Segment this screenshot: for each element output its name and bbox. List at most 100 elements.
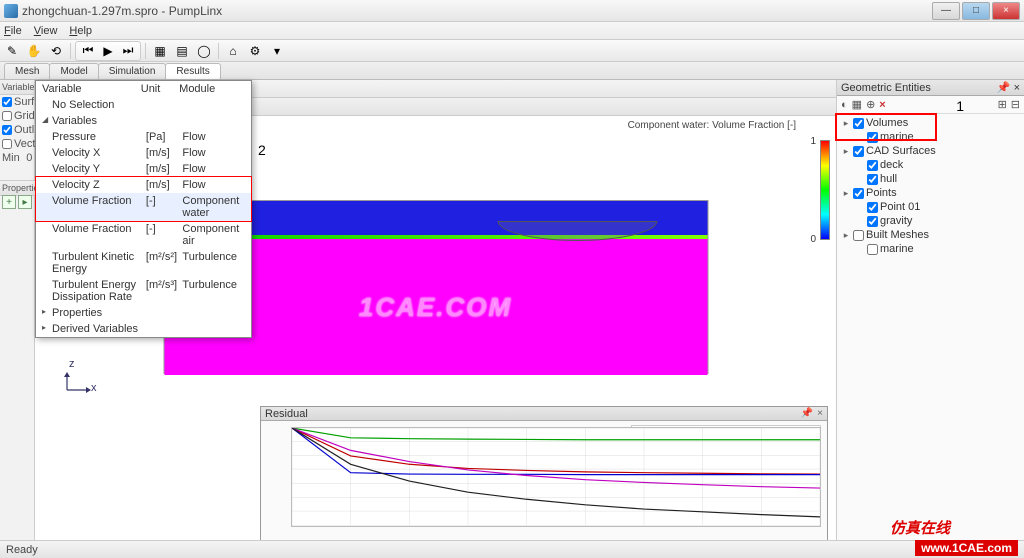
menu-file[interactable]: FFileile (4, 25, 22, 37)
tool-delete-icon[interactable]: × (879, 99, 885, 111)
tool-cursor-icon[interactable]: ✎ (2, 42, 22, 60)
check-vect[interactable] (2, 139, 12, 149)
tool-expand-icon[interactable]: ⊞ (998, 98, 1007, 111)
check-grid[interactable] (2, 111, 12, 121)
menu-bar: FFileile View Help (0, 22, 1024, 40)
svg-text:4: 4 (466, 525, 472, 527)
play-controls: ⏮ ▶ ⏭ (75, 41, 141, 61)
tree-item-marine-mesh[interactable]: marine (880, 243, 914, 255)
tree-item-marine[interactable]: marine (880, 131, 914, 143)
residual-title: Residual (265, 408, 308, 420)
dd-item-tedr[interactable]: Turbulent Energy Dissipation Rate[m²/s³]… (36, 277, 251, 305)
minimize-button[interactable]: — (932, 2, 960, 20)
check-grid-label: Grid (14, 110, 35, 122)
check-surf-label: Surf (14, 96, 34, 108)
svg-text:10: 10 (812, 525, 821, 527)
tree-check-hull[interactable] (867, 174, 878, 185)
play-icon[interactable]: ▶ (98, 42, 118, 60)
tool-cube-icon[interactable]: ▦ (852, 98, 862, 111)
tree-check-gravity[interactable] (867, 216, 878, 227)
panel-pin-icon[interactable]: 📌 (997, 82, 1011, 94)
left-sidebar: Variable Surf Grid Outl Vect Min 0 (0, 80, 35, 558)
variable-dropdown[interactable]: Variable Unit Module No Selection ◢Varia… (35, 80, 252, 338)
tool-dropdown-icon[interactable]: ▾ (267, 42, 287, 60)
tree-check-point01[interactable] (867, 202, 878, 213)
close-button[interactable]: × (992, 2, 1020, 20)
tree-item-gravity[interactable]: gravity (880, 215, 912, 227)
svg-text:1: 1 (292, 525, 298, 527)
tree-item-points[interactable]: Points (866, 187, 897, 199)
tool-home-icon[interactable]: ⌂ (223, 42, 243, 60)
check-surf[interactable] (2, 97, 12, 107)
colorbar-min: 0 (810, 234, 816, 245)
tool-sphere-icon[interactable]: ◯ (194, 42, 214, 60)
app-icon (4, 4, 18, 18)
tool-sphere-icon[interactable]: ◐ (841, 99, 848, 111)
dd-group-derived[interactable]: ▸Derived Variables (36, 321, 251, 337)
axes-indicator: z x (63, 372, 93, 398)
status-ready: Ready (6, 544, 38, 556)
tree-item-built-meshes[interactable]: Built Meshes (866, 229, 929, 241)
variable-label: Variable (0, 80, 34, 95)
dd-item-vf-water[interactable]: Volume Fraction[-]Component water (36, 193, 251, 221)
annotation-2: 2 (258, 142, 266, 158)
tool-cube-icon[interactable]: ▦ (150, 42, 170, 60)
dd-item-tke[interactable]: Turbulent Kinetic Energy[m²/s²]Turbulenc… (36, 249, 251, 277)
tree-item-deck[interactable]: deck (880, 159, 903, 171)
min-label: Min (2, 152, 20, 164)
dd-item-velz[interactable]: Velocity Z[m/s]Flow (36, 177, 251, 193)
dd-item-velx[interactable]: Velocity X[m/s]Flow (36, 145, 251, 161)
tool-grid-icon[interactable]: ▤ (172, 42, 192, 60)
tab-results[interactable]: Results (165, 63, 220, 79)
dd-no-selection[interactable]: No Selection (36, 97, 251, 113)
maximize-button[interactable]: □ (962, 2, 990, 20)
dd-item-pressure[interactable]: Pressure[Pa]Flow (36, 129, 251, 145)
prop-add-icon[interactable]: + (2, 195, 16, 209)
tree-check-deck[interactable] (867, 160, 878, 171)
dd-group-properties[interactable]: ▸Properties (36, 305, 251, 321)
tree-item-volumes[interactable]: Volumes (866, 117, 908, 129)
dd-item-vely[interactable]: Velocity Y[m/s]Flow (36, 161, 251, 177)
tool-gear-icon[interactable]: ⚙ (245, 42, 265, 60)
dd-header-variable: Variable (42, 83, 141, 95)
menu-view[interactable]: View (34, 25, 58, 37)
tool-locate-icon[interactable]: ⊕ (866, 98, 875, 111)
tree-check-marine2[interactable] (867, 244, 878, 255)
residual-chart: 12345678910 0-.5-1-1.5-2-2.5-3-3.5 (291, 427, 821, 527)
dd-group-variables[interactable]: ◢Variables (36, 113, 251, 129)
next-icon[interactable]: ⏭ (118, 42, 138, 60)
axis-x-label: x (91, 382, 97, 394)
tool-rotate-icon[interactable]: ⟲ (46, 42, 66, 60)
tab-mesh[interactable]: Mesh (4, 63, 50, 79)
tree-check-cad[interactable] (853, 146, 864, 157)
tab-simulation[interactable]: Simulation (98, 63, 167, 79)
tree-check-points[interactable] (853, 188, 864, 199)
menu-help[interactable]: Help (69, 25, 92, 37)
panel-close-icon[interactable]: × (817, 408, 823, 419)
tree-check-volumes[interactable] (853, 118, 864, 129)
tree-check-meshes[interactable] (853, 230, 864, 241)
prop-expand-icon[interactable]: ▸ (18, 195, 32, 209)
dd-item-vf-air[interactable]: Volume Fraction[-]Component air (36, 221, 251, 249)
tool-hand-icon[interactable]: ✋ (24, 42, 44, 60)
svg-text:2: 2 (349, 525, 355, 527)
mode-tabs: Mesh Model Simulation Results (0, 62, 1024, 80)
svg-text:3: 3 (407, 525, 413, 527)
tree-item-hull[interactable]: hull (880, 173, 897, 185)
colorbar (820, 140, 830, 240)
colorbar-max: 1 (810, 136, 816, 147)
residual-panel: Residual 📌 × Residual Drop Iteration Vel… (260, 406, 828, 554)
tool-collapse-icon[interactable]: ⊟ (1011, 98, 1020, 111)
watermark-url: www.1CAE.com (915, 540, 1018, 556)
annotation-1: 1 (956, 98, 964, 114)
svg-text:6: 6 (583, 525, 589, 527)
tree-item-point01[interactable]: Point 01 (880, 201, 920, 213)
tab-model[interactable]: Model (49, 63, 98, 79)
pin-icon[interactable]: 📌 (801, 408, 813, 419)
tree-item-cad-surfaces[interactable]: CAD Surfaces (866, 145, 936, 157)
panel-close-icon[interactable]: × (1014, 82, 1020, 94)
check-outl[interactable] (2, 125, 12, 135)
status-bar: Ready 50.7122 (8030) (0, 540, 1024, 558)
prev-icon[interactable]: ⏮ (78, 42, 98, 60)
tree-check-marine[interactable] (867, 132, 878, 143)
